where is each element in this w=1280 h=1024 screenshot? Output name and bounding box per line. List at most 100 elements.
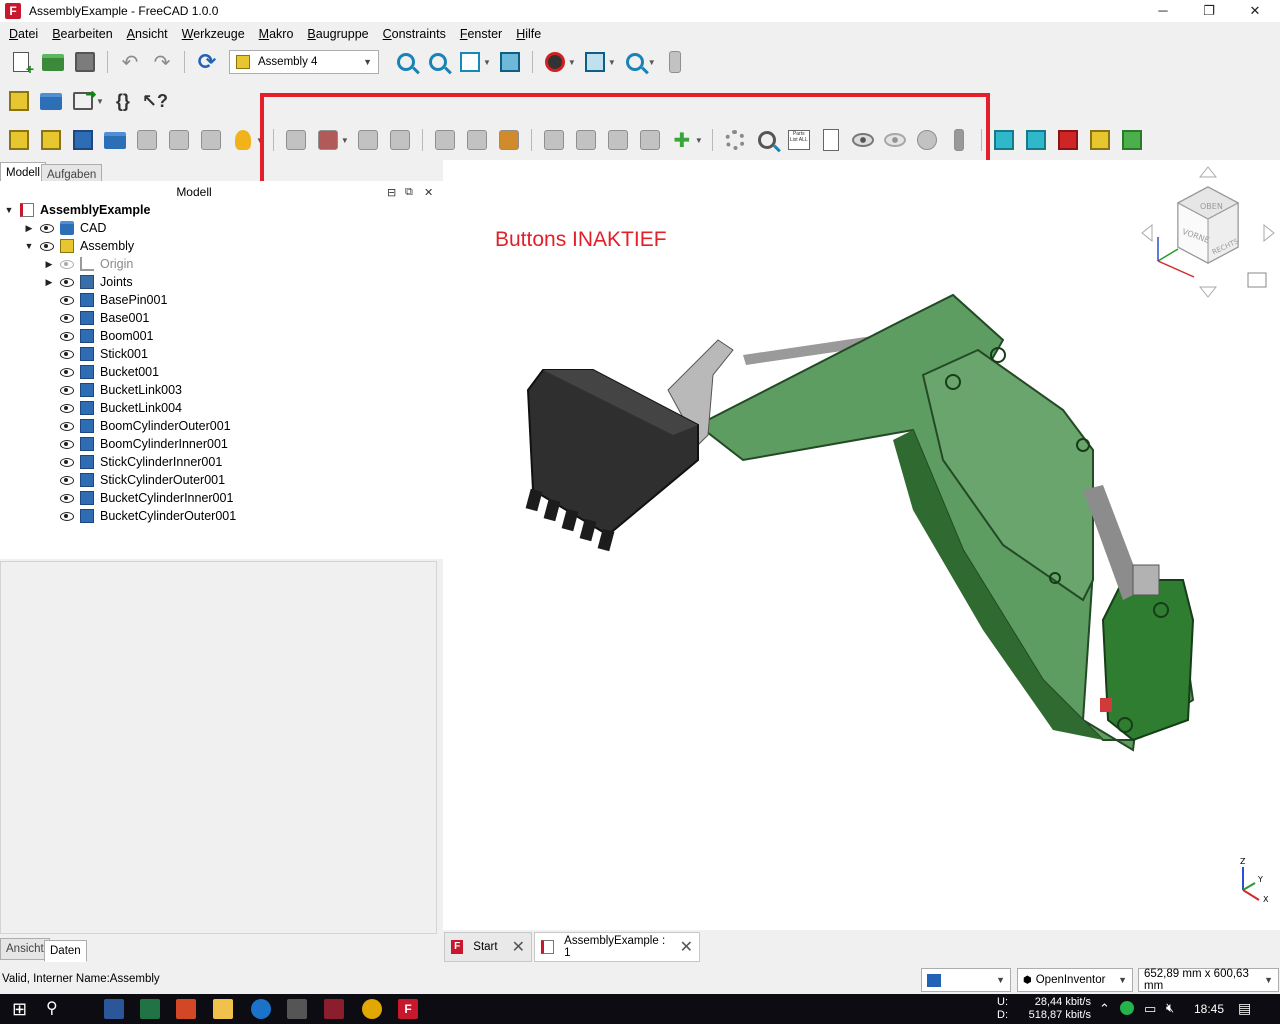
menu-baugruppe[interactable]: Baugruppe — [300, 27, 375, 41]
tab-assembly-example[interactable]: F AssemblyExample : 1 ✕ — [534, 932, 700, 962]
tree-item[interactable]: ▼ AssemblyExample — [4, 201, 150, 219]
tray-chevron-up-icon[interactable]: ⌃ — [1099, 1001, 1110, 1017]
fit-selection-button[interactable] — [425, 49, 451, 75]
tree-item[interactable]: BucketCylinderOuter001 — [44, 507, 236, 525]
tray-app-icon[interactable] — [1120, 1001, 1134, 1015]
undo-button[interactable]: ↶ — [117, 49, 143, 75]
eye-icon[interactable] — [60, 331, 74, 341]
tree-item[interactable]: ▶ CAD — [24, 219, 106, 237]
tree-item[interactable]: BoomCylinderOuter001 — [44, 417, 231, 435]
insert-washer-button[interactable] — [198, 127, 224, 153]
select-cube-button[interactable] — [1087, 127, 1113, 153]
new-document-button[interactable] — [8, 49, 34, 77]
navigation-style-selector[interactable]: ⬢ OpenInventor ▼ — [1017, 968, 1133, 992]
tree-item[interactable]: BucketLink003 — [44, 381, 182, 399]
eye-icon[interactable] — [60, 295, 74, 305]
measurement-tool-button[interactable] — [662, 49, 688, 75]
chevron-down-icon[interactable]: ▼ — [96, 97, 104, 106]
chevron-down-icon[interactable]: ▼ — [648, 58, 656, 67]
chevron-down-icon[interactable]: ▼ — [483, 58, 491, 67]
measure-button[interactable] — [622, 49, 648, 75]
eye-icon[interactable] — [60, 313, 74, 323]
view-cube-red[interactable] — [1055, 127, 1081, 153]
close-tab-icon[interactable]: ✕ — [512, 937, 525, 957]
navcube-left-arrow-icon[interactable] — [1141, 223, 1153, 243]
menu-bearbeiten[interactable]: Bearbeiten — [45, 27, 119, 41]
minimize-button[interactable]: ─ — [1140, 0, 1186, 22]
maximize-button[interactable]: ❐ — [1186, 0, 1232, 22]
menu-ansicht[interactable]: Ansicht — [120, 27, 175, 41]
excel-icon[interactable] — [140, 999, 160, 1019]
eye-icon[interactable] — [60, 421, 74, 431]
tree-item[interactable]: Stick001 — [44, 345, 148, 363]
eye-icon[interactable] — [60, 457, 74, 467]
menu-makro[interactable]: Makro — [252, 27, 301, 41]
view-cube-cyan-1[interactable] — [991, 127, 1017, 153]
insert-fastener-button[interactable] — [166, 127, 192, 153]
browser-icon[interactable] — [251, 999, 271, 1019]
draw-style-button[interactable] — [542, 49, 568, 75]
workbench-selector[interactable]: Assembly 4 ▼ — [229, 50, 379, 74]
notifications-icon[interactable]: ▤ — [1238, 1000, 1251, 1017]
navcube-up-arrow-icon[interactable] — [1198, 166, 1218, 178]
eye-icon[interactable] — [60, 277, 74, 287]
volume-muted-icon[interactable]: 🔇︎ — [1166, 1000, 1174, 1016]
new-part-button[interactable] — [38, 127, 64, 153]
pane-float-icon[interactable]: ⧉ — [405, 186, 413, 199]
expand-arrow-icon[interactable]: ▶ — [44, 277, 54, 288]
expand-arrow-icon[interactable]: ▶ — [24, 223, 34, 234]
word-icon[interactable] — [104, 999, 124, 1019]
eye-icon[interactable] — [60, 367, 74, 377]
tree-item[interactable]: BucketLink004 — [44, 399, 182, 417]
eye-icon[interactable] — [60, 511, 74, 521]
save-button[interactable] — [72, 49, 98, 75]
standard-views-button[interactable] — [457, 49, 483, 75]
eye-icon[interactable] — [60, 349, 74, 359]
bounding-box-button[interactable] — [582, 49, 608, 75]
tab-start[interactable]: F Start ✕ — [444, 932, 532, 962]
file-explorer-icon[interactable] — [213, 999, 233, 1019]
powerpoint-icon[interactable] — [176, 999, 196, 1019]
expand-arrow-icon[interactable]: ▶ — [44, 259, 54, 270]
eye-hidden-icon[interactable] — [60, 259, 74, 269]
eye-icon[interactable] — [40, 241, 54, 251]
pane-close-icon[interactable]: ✕ — [424, 186, 433, 199]
python-console-button[interactable]: {} — [110, 88, 136, 114]
view-cube-cyan-2[interactable] — [1023, 127, 1049, 153]
menu-hilfe[interactable]: Hilfe — [509, 27, 548, 41]
new-group-button[interactable] — [102, 127, 128, 153]
tree-item[interactable]: ▶ Origin — [44, 255, 133, 273]
chevron-down-icon[interactable]: ▼ — [568, 58, 576, 67]
tree-item[interactable]: BucketCylinderInner001 — [44, 489, 233, 507]
tree-item[interactable]: StickCylinderInner001 — [44, 453, 222, 471]
eye-icon[interactable] — [60, 403, 74, 413]
open-button[interactable] — [40, 49, 66, 75]
new-body-button[interactable] — [70, 127, 96, 153]
export-button[interactable] — [70, 86, 97, 114]
collapse-arrow-icon[interactable]: ▼ — [4, 205, 14, 215]
part-cube-button[interactable] — [6, 88, 32, 114]
search-icon[interactable]: ⚲ — [46, 999, 66, 1019]
tree-item[interactable]: Base001 — [44, 309, 149, 327]
check-cube-button[interactable] — [1119, 127, 1145, 153]
tree-item[interactable]: Boom001 — [44, 327, 154, 345]
collapse-arrow-icon[interactable]: ▼ — [24, 241, 34, 251]
menu-fenster[interactable]: Fenster — [453, 27, 509, 41]
navigation-cube[interactable]: OBEN VORNE RECHTS — [1138, 165, 1278, 305]
eye-icon[interactable] — [60, 493, 74, 503]
navcube-menu-icon[interactable] — [1247, 272, 1267, 288]
tree-item[interactable]: Bucket001 — [44, 363, 159, 381]
close-window-button[interactable]: ✕ — [1232, 0, 1278, 22]
navcube-down-arrow-icon[interactable] — [1198, 286, 1218, 298]
tab-daten[interactable]: Daten — [44, 940, 87, 962]
freecad-taskbar-icon[interactable]: F — [398, 999, 418, 1019]
eye-icon[interactable] — [60, 385, 74, 395]
folder-button[interactable] — [38, 88, 64, 114]
3d-viewport[interactable]: OBEN VORNE RECHTS Z Y X — [443, 160, 1280, 930]
pane-minimize-icon[interactable]: ⊟ — [387, 186, 396, 199]
tree-item[interactable]: BasePin001 — [44, 291, 167, 309]
tree-item[interactable]: StickCylinderOuter001 — [44, 471, 225, 489]
windows-start-icon[interactable]: ⊞ — [12, 999, 32, 1019]
eye-icon[interactable] — [60, 475, 74, 485]
chevron-down-icon[interactable]: ▼ — [608, 58, 616, 67]
